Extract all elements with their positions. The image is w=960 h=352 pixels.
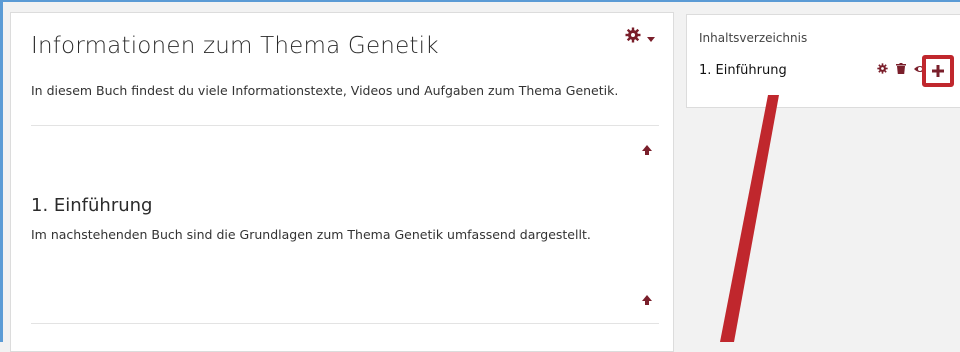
- annotation-arrow: [720, 95, 779, 342]
